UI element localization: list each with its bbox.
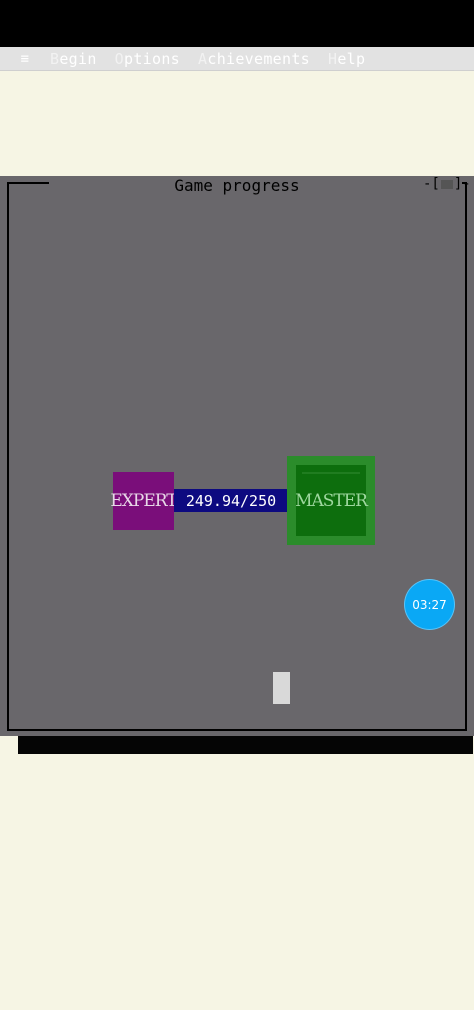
window-frame [7,182,9,731]
menu-icon[interactable]: ≡ [0,51,50,67]
window-shadow [18,736,473,754]
menu-item-options[interactable]: Options [115,50,180,68]
badge-highlight [302,472,360,474]
menu-item-achievements[interactable]: Achievements [198,50,310,68]
menu-item-label: elp [337,49,366,68]
menu-item-label: egin [59,49,97,68]
rank-badge-expert: EXPERT [110,472,178,530]
window-frame [7,729,467,731]
close-icon [440,179,453,189]
rank-label-master: MASTER [295,490,368,511]
close-button[interactable]: -[ ]- [423,176,471,194]
close-bracket-right: ]- [453,176,471,192]
menu-item-help[interactable]: Help [328,50,365,68]
menu-bar: ≡ Begin Options Achievements Help [0,47,474,71]
menu-hotkey: H [328,49,338,68]
menu-hotkey: B [50,49,60,68]
paddle [273,672,290,704]
menu-item-label: chievements [207,49,310,68]
window-title: Game progress [174,176,300,195]
status-bar [0,0,474,47]
timer-bubble[interactable]: 03:27 [405,580,454,629]
game-progress-window: Game progress -[ ]- EXPERT 249.94/250 MAS… [0,176,474,736]
menu-hotkey: O [114,49,125,68]
window-frame [465,182,467,731]
progress-value: 249.94/250 [174,489,288,512]
close-bracket-left: -[ [423,176,440,192]
menu-item-label: ptions [124,49,181,68]
rank-badge-master-inner: MASTER [295,465,368,536]
menu-hotkey: A [198,49,208,68]
rank-badge-master: MASTER [287,456,375,545]
menu-item-begin[interactable]: Begin [50,50,97,68]
